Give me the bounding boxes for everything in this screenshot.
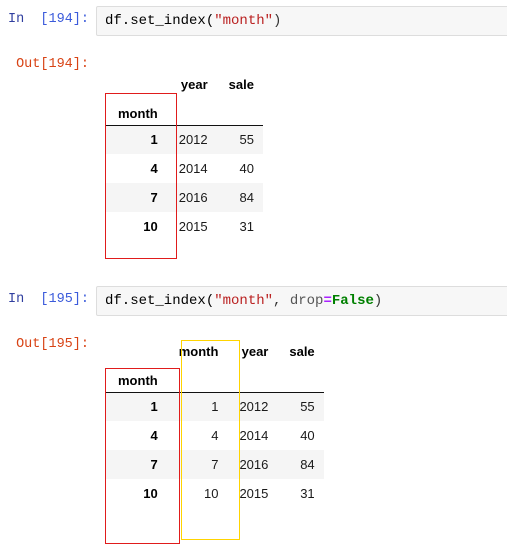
input-prompt-counter: [195]: — [40, 292, 89, 307]
code-token-comma: , — [273, 293, 290, 309]
table-row: 10 2015 31 — [106, 212, 263, 241]
cell-year: 2015 — [239, 486, 269, 501]
index-row-blank-3 — [277, 361, 324, 393]
column-header-month: month — [178, 344, 219, 359]
dataframe-head: year sale month — [106, 71, 263, 126]
index-row-blank-1 — [166, 361, 228, 393]
code-token-paren: ) — [373, 293, 383, 309]
index-name-row: month — [106, 361, 324, 393]
table-row: 4 4 2014 40 — [106, 421, 324, 450]
cell-sale: 55 — [300, 399, 315, 415]
code-token-paren: ) — [273, 13, 282, 29]
column-header-year: year — [180, 77, 208, 92]
row-index-value: 7 — [150, 457, 158, 472]
code-editor-195[interactable]: df.set_index("month", drop=False) — [96, 286, 507, 316]
cell-year: 2016 — [178, 190, 208, 205]
row-index-value: 1 — [150, 132, 158, 148]
index-row-blank-2 — [216, 94, 263, 126]
cell-year: 2015 — [178, 219, 208, 234]
cell-year: 2012 — [239, 399, 269, 415]
cell-month: 7 — [211, 457, 219, 472]
column-header-row: month year sale — [106, 338, 324, 361]
notebook-cell-195: In [195]: df.set_index("month", drop=Fal… — [0, 286, 507, 352]
input-prompt-label: In — [7, 12, 25, 27]
cell-month: 4 — [211, 428, 219, 443]
cell-year: 2014 — [239, 428, 269, 443]
cell-sale: 31 — [239, 219, 254, 234]
row-index-value: 10 — [143, 486, 158, 501]
cell-month: 1 — [211, 399, 219, 415]
code-editor-194[interactable]: df.set_index("month") — [96, 6, 507, 36]
cell-sale: 84 — [239, 190, 254, 205]
input-row-194: In [194]: df.set_index("month") — [0, 6, 507, 36]
table-row: 7 2016 84 — [106, 183, 263, 212]
index-row-blank-2 — [227, 361, 278, 393]
index-name-label: month — [106, 94, 167, 126]
input-row-195: In [195]: df.set_index("month", drop=Fal… — [0, 286, 507, 316]
table-row: 10 10 2015 31 — [106, 479, 324, 508]
dataframe-body: 1 2012 55 4 2014 40 7 2016 84 10 2015 31 — [106, 125, 263, 241]
output-prompt-194: Out[194]: — [16, 57, 89, 72]
row-index-value: 1 — [150, 399, 158, 415]
code-token-equals: = — [323, 293, 332, 309]
code-token-kwarg: drop — [289, 293, 324, 309]
dataframe-head: month year sale month — [106, 338, 324, 393]
index-name-label: month — [106, 361, 167, 393]
cell-sale: 84 — [300, 457, 315, 472]
input-prompt-194: In [194]: — [0, 6, 96, 27]
dataframe-table: month year sale month 1 1 2012 55 4 4 20… — [106, 338, 324, 508]
index-row-blank-1 — [166, 94, 217, 126]
cell-year: 2014 — [178, 161, 208, 176]
cell-year: 2012 — [178, 132, 208, 148]
dataframe-table: year sale month 1 2012 55 4 2014 40 7 20… — [106, 71, 263, 241]
cell-year: 2016 — [239, 457, 269, 472]
corner-blank-cell — [106, 338, 167, 361]
index-name-row: month — [106, 94, 263, 126]
table-row: 4 2014 40 — [106, 154, 263, 183]
row-index-value: 7 — [150, 190, 158, 205]
corner-blank-cell — [106, 71, 167, 94]
notebook-canvas: In [194]: df.set_index("month") Out[194]… — [0, 0, 507, 549]
cell-month: 10 — [203, 486, 219, 501]
code-token-call: df.set_index( — [105, 13, 215, 29]
code-token-string: "month" — [214, 293, 274, 309]
dataframe-output-194: year sale month 1 2012 55 4 2014 40 7 20… — [106, 71, 263, 241]
table-row: 7 7 2016 84 — [106, 450, 324, 479]
output-prompt-195: Out[195]: — [16, 337, 89, 352]
input-prompt-label: In — [7, 292, 25, 307]
code-token-false: False — [331, 293, 374, 309]
column-header-row: year sale — [106, 71, 263, 94]
cell-sale: 31 — [300, 486, 315, 501]
row-index-value: 4 — [150, 428, 158, 443]
table-row: 1 1 2012 55 — [106, 392, 324, 421]
cell-sale: 55 — [239, 132, 254, 148]
code-token-call: df.set_index( — [105, 293, 215, 309]
row-index-value: 10 — [143, 219, 158, 234]
cell-sale: 40 — [239, 161, 254, 176]
input-prompt-195: In [195]: — [0, 286, 96, 307]
cell-sale: 40 — [300, 428, 315, 443]
input-prompt-counter: [194]: — [40, 12, 89, 27]
table-row: 1 2012 55 — [106, 125, 263, 154]
row-index-value: 4 — [150, 161, 158, 176]
notebook-cell-194: In [194]: df.set_index("month") Out[194]… — [0, 6, 507, 72]
dataframe-output-195: month year sale month 1 1 2012 55 4 4 20… — [106, 338, 324, 508]
code-token-string: "month" — [214, 13, 274, 29]
column-header-sale: sale — [228, 77, 254, 92]
column-header-sale: sale — [289, 344, 315, 359]
dataframe-body: 1 1 2012 55 4 4 2014 40 7 7 2016 84 10 1… — [106, 392, 324, 508]
column-header-year: year — [241, 344, 269, 359]
